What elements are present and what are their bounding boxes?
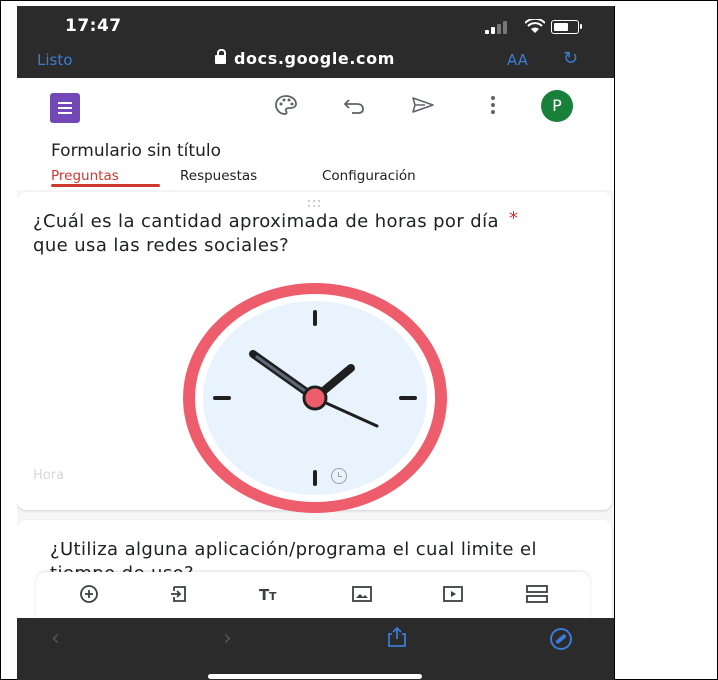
- done-button[interactable]: Listo: [37, 51, 72, 69]
- frame-divider: [614, 6, 615, 680]
- required-asterisk: *: [509, 208, 518, 229]
- tab-settings[interactable]: Configuración: [322, 168, 416, 184]
- forms-header: P Formulario sin título Preguntas Respue…: [17, 78, 614, 190]
- reload-icon[interactable]: ↻: [563, 48, 578, 69]
- send-icon[interactable]: [411, 96, 435, 114]
- add-image-icon[interactable]: [349, 584, 375, 604]
- palette-icon[interactable]: [274, 94, 298, 116]
- question-card[interactable]: ¿Cuál es la cantidad aproximada de horas…: [17, 192, 612, 513]
- add-section-icon[interactable]: [524, 584, 550, 604]
- phone-screen: 17:47 Listo docs.google.com AA ↻ P Formu…: [17, 6, 614, 680]
- battery-icon: [551, 20, 579, 34]
- clock-icon[interactable]: [331, 468, 347, 484]
- forward-icon[interactable]: ›: [223, 626, 232, 651]
- text-size-button[interactable]: AA: [507, 51, 528, 69]
- add-video-icon[interactable]: [440, 584, 466, 604]
- browser-bottom-bar: ‹ ›: [17, 618, 614, 680]
- active-tab-indicator: [51, 184, 160, 187]
- tab-responses[interactable]: Respuestas: [180, 168, 257, 184]
- url-text: docs.google.com: [234, 49, 395, 68]
- form-toolbar: T T: [36, 572, 590, 618]
- undo-icon[interactable]: [343, 96, 365, 114]
- status-icons: [485, 18, 595, 36]
- add-title-icon[interactable]: T T: [257, 584, 283, 604]
- back-icon[interactable]: ‹: [51, 626, 60, 651]
- wifi-icon: [525, 19, 545, 33]
- add-question-icon[interactable]: [76, 584, 102, 604]
- browser-top-bar: 17:47 Listo docs.google.com AA ↻: [17, 6, 614, 78]
- avatar[interactable]: P: [541, 90, 573, 122]
- more-options-icon[interactable]: [491, 96, 495, 114]
- time-answer-placeholder[interactable]: Hora: [33, 468, 64, 483]
- question-text[interactable]: ¿Cuál es la cantidad aproximada de horas…: [33, 210, 513, 258]
- import-questions-icon[interactable]: [166, 584, 192, 604]
- tab-questions[interactable]: Preguntas: [51, 168, 119, 184]
- form-title[interactable]: Formulario sin título: [51, 141, 221, 161]
- lock-icon: [215, 49, 226, 64]
- address-bar[interactable]: docs.google.com: [215, 49, 395, 68]
- status-time: 17:47: [65, 16, 122, 36]
- drag-handle-icon[interactable]: [308, 200, 322, 208]
- forms-logo-icon[interactable]: [50, 93, 80, 123]
- svg-text:T: T: [269, 590, 277, 603]
- home-indicator: [208, 674, 422, 679]
- clock-illustration: [183, 283, 447, 513]
- compass-icon[interactable]: [550, 628, 572, 650]
- share-icon[interactable]: [386, 626, 408, 648]
